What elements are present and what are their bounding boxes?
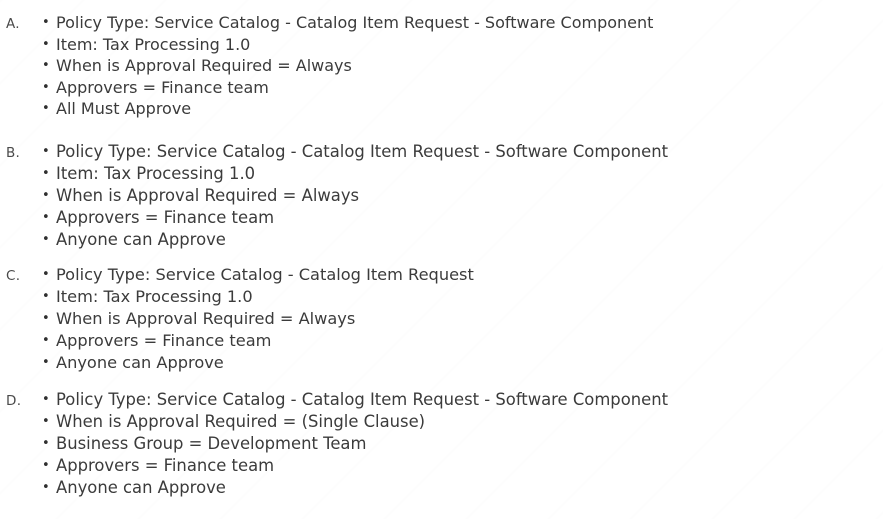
option-d-bullet-list: • Policy Type: Service Catalog - Catalog …	[0, 389, 668, 499]
bullet-icon: •	[42, 166, 50, 181]
list-item-text: Approvers = Finance team	[56, 208, 275, 227]
bullet-icon: •	[42, 144, 50, 159]
bullet-icon: •	[42, 311, 50, 326]
list-item-text: Approvers = Finance team	[56, 331, 272, 350]
list-item-text: Anyone can Approve	[56, 353, 224, 372]
answer-options-list: A. • Policy Type: Service Catalog - Catal…	[0, 0, 883, 519]
list-item-text: Anyone can Approve	[56, 230, 226, 249]
list-item: • When is Approval Required = (Single Cla…	[0, 411, 668, 433]
list-item-text: Policy Type: Service Catalog - Catalog I…	[56, 390, 669, 409]
list-item: • Anyone can Approve	[0, 352, 474, 374]
bullet-icon: •	[42, 392, 50, 407]
list-item: • Anyone can Approve	[0, 229, 668, 251]
answer-option-b[interactable]: B. • Policy Type: Service Catalog - Catal…	[0, 141, 668, 251]
list-item: • All Must Approve	[0, 98, 653, 120]
list-item: • Approvers = Finance team	[0, 77, 653, 99]
bullet-icon: •	[42, 210, 50, 225]
list-item: • Policy Type: Service Catalog - Catalog …	[0, 264, 474, 286]
bullet-icon: •	[42, 188, 50, 203]
bullet-icon: •	[42, 58, 50, 73]
list-item: • Anyone can Approve	[0, 477, 668, 499]
list-item-text: Policy Type: Service Catalog - Catalog I…	[56, 142, 669, 161]
list-item-text: When is Approval Required = Always	[56, 186, 360, 205]
list-item-text: Approvers = Finance team	[56, 456, 275, 475]
list-item: • When is Approval Required = Always	[0, 55, 653, 77]
list-item-text: When is Approval Required = Always	[56, 56, 352, 75]
list-item: • Business Group = Development Team	[0, 433, 668, 455]
list-item: • Policy Type: Service Catalog - Catalog …	[0, 141, 668, 163]
list-item-text: Policy Type: Service Catalog - Catalog I…	[56, 265, 474, 284]
list-item-text: Item: Tax Processing 1.0	[56, 287, 253, 306]
list-item-text: When is Approval Required = Always	[56, 309, 356, 328]
bullet-icon: •	[42, 289, 50, 304]
option-b-bullet-list: • Policy Type: Service Catalog - Catalog …	[0, 141, 668, 251]
answer-option-d[interactable]: D. • Policy Type: Service Catalog - Catal…	[0, 389, 668, 499]
list-item: • Policy Type: Service Catalog - Catalog …	[0, 12, 653, 34]
list-item-text: Anyone can Approve	[56, 478, 226, 497]
list-item: • When is Approval Required = Always	[0, 308, 474, 330]
bullet-icon: •	[42, 414, 50, 429]
list-item-text: Business Group = Development Team	[56, 434, 367, 453]
list-item: • Policy Type: Service Catalog - Catalog …	[0, 389, 668, 411]
list-item-text: Approvers = Finance team	[56, 77, 269, 97]
bullet-icon: •	[42, 79, 50, 95]
list-item-text: All Must Approve	[56, 99, 192, 118]
bullet-icon: •	[42, 101, 50, 116]
bullet-icon: •	[42, 480, 50, 495]
list-item: • When is Approval Required = Always	[0, 185, 668, 207]
list-item: • Item: Tax Processing 1.0	[0, 286, 474, 308]
bullet-icon: •	[42, 36, 50, 52]
list-item-text: Item: Tax Processing 1.0	[56, 34, 251, 54]
list-item: • Approvers = Finance team	[0, 207, 668, 229]
list-item: • Approvers = Finance team	[0, 330, 474, 352]
bullet-icon: •	[42, 15, 50, 30]
bullet-icon: •	[42, 267, 50, 282]
bullet-icon: •	[42, 355, 50, 370]
answer-option-c[interactable]: C. • Policy Type: Service Catalog - Catal…	[0, 264, 474, 374]
bullet-icon: •	[42, 232, 50, 247]
list-item: • Approvers = Finance team	[0, 455, 668, 477]
option-c-bullet-list: • Policy Type: Service Catalog - Catalog …	[0, 264, 474, 374]
list-item: • Item: Tax Processing 1.0	[0, 163, 668, 185]
bullet-icon: •	[42, 458, 50, 473]
list-item-text: When is Approval Required = (Single Clau…	[56, 412, 426, 431]
list-item: • Item: Tax Processing 1.0	[0, 34, 653, 56]
bullet-icon: •	[42, 333, 50, 348]
option-a-bullet-list: • Policy Type: Service Catalog - Catalog …	[0, 12, 653, 120]
bullet-icon: •	[42, 436, 50, 451]
list-item-text: Policy Type: Service Catalog - Catalog I…	[56, 13, 654, 32]
list-item-text: Item: Tax Processing 1.0	[56, 164, 256, 183]
answer-option-a[interactable]: A. • Policy Type: Service Catalog - Catal…	[0, 12, 653, 120]
